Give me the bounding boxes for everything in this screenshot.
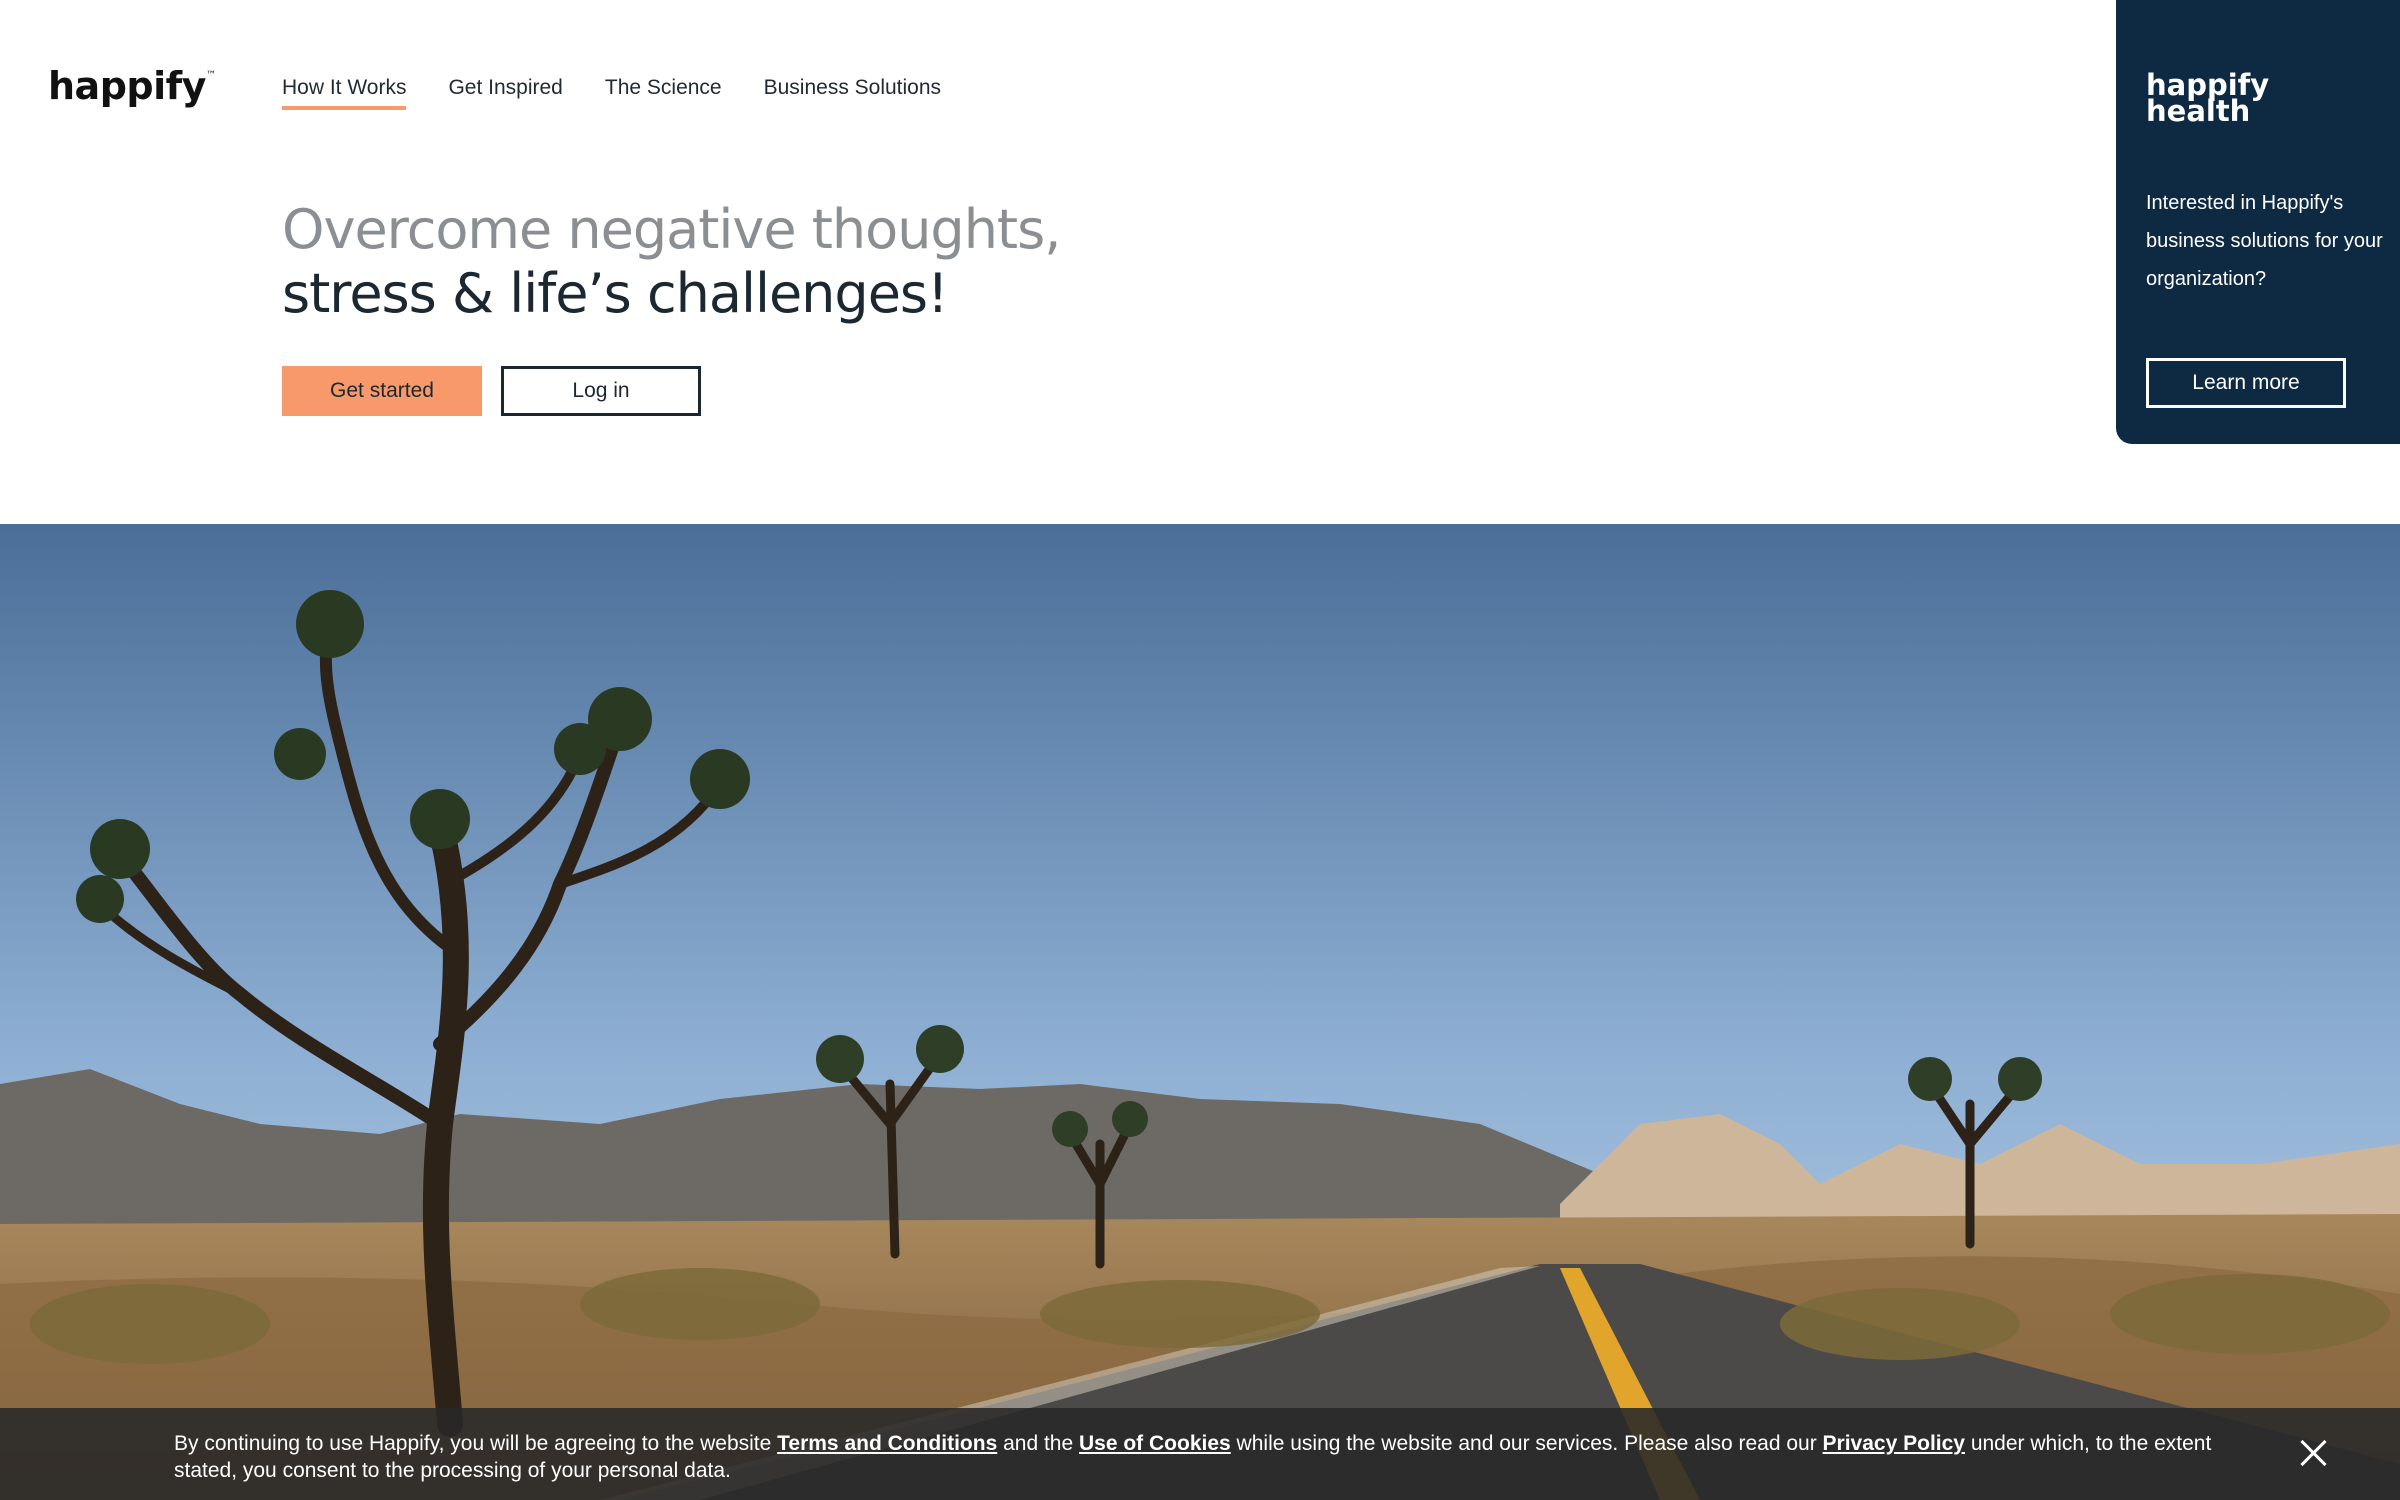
hero-image <box>0 524 2400 1500</box>
cookie-banner: By continuing to use Happify, you will b… <box>0 1408 2400 1500</box>
business-promo-panel: happify health Interested in Happify's b… <box>2116 0 2400 444</box>
nav-item-the-science[interactable]: The Science <box>605 76 722 110</box>
get-started-button[interactable]: Get started <box>282 366 482 416</box>
use-of-cookies-link[interactable]: Use of Cookies <box>1079 1432 1231 1455</box>
logo-text: happify <box>48 64 206 108</box>
headline-line-2: stress & life’s challenges! <box>282 262 949 325</box>
main-nav: How It Works Get Inspired The Science Bu… <box>282 76 941 110</box>
close-icon[interactable] <box>2296 1436 2330 1470</box>
nav-item-business-solutions[interactable]: Business Solutions <box>764 76 941 110</box>
learn-more-button[interactable]: Learn more <box>2146 358 2346 408</box>
trademark-mark: ™ <box>205 70 216 81</box>
nav-item-get-inspired[interactable]: Get Inspired <box>448 76 562 110</box>
happify-logo[interactable]: happify™ <box>48 64 216 108</box>
log-in-button[interactable]: Log in <box>501 366 701 416</box>
nav-item-how-it-works[interactable]: How It Works <box>282 76 407 110</box>
privacy-policy-link[interactable]: Privacy Policy <box>1823 1432 1965 1455</box>
cookie-text-2: and the <box>997 1432 1079 1455</box>
cookie-text-3: while using the website and our services… <box>1230 1432 1823 1455</box>
hero-headline: Overcome negative thoughts, stress & lif… <box>282 198 1061 326</box>
terms-and-conditions-link[interactable]: Terms and Conditions <box>777 1432 997 1455</box>
happify-health-logo[interactable]: happify health <box>2146 71 2269 126</box>
desert-landscape-image <box>0 524 2400 1500</box>
headline-line-1: Overcome negative thoughts, <box>282 198 1061 261</box>
cookie-text-1: By continuing to use Happify, you will b… <box>174 1432 778 1455</box>
promo-text: Interested in Happify's business solutio… <box>2146 192 2383 290</box>
